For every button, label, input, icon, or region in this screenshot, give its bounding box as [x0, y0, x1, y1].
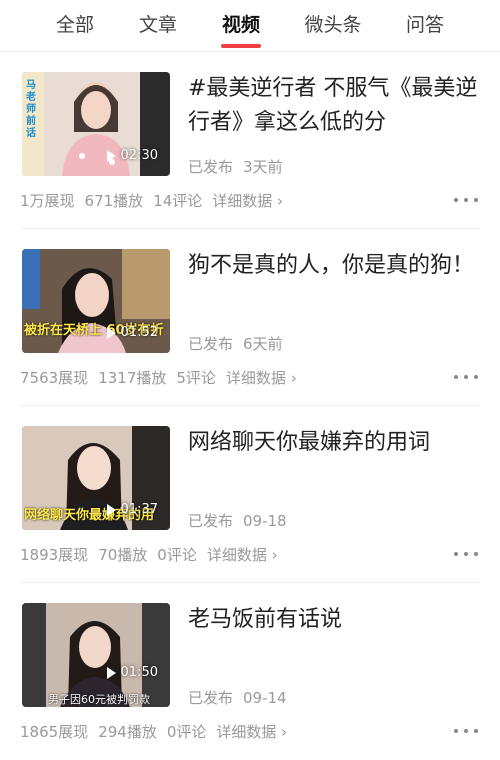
- published-time: 09-14: [243, 689, 287, 707]
- tab-videos[interactable]: 视频: [218, 10, 264, 40]
- thumbnail-caption: 男子因60元被判罚款: [48, 693, 150, 706]
- impressions-count: 1865展现: [20, 723, 89, 741]
- video-thumbnail[interactable]: 马老师前话 02:30: [22, 72, 170, 176]
- publish-info: 已发布 09-18: [188, 510, 297, 531]
- video-title[interactable]: 狗不是真的人，你是真的狗！: [188, 249, 478, 283]
- published-time: 09-18: [243, 512, 287, 530]
- play-icon: [106, 504, 116, 516]
- duration-text: 02:30: [120, 148, 158, 163]
- publish-info: 已发布 09-14: [188, 687, 297, 708]
- play-icon: [106, 327, 116, 339]
- impressions-count: 7563展现: [20, 369, 89, 387]
- play-icon: [106, 667, 116, 679]
- more-options-icon[interactable]: [454, 369, 478, 385]
- detail-data-link[interactable]: 详细数据 ›: [216, 723, 287, 741]
- video-card[interactable]: 男子因60元被判罚款 01:50 老马饭前有话说 已发布 09-14 1865展现…: [0, 583, 500, 760]
- active-tab-indicator: [221, 44, 261, 48]
- duration-label: 01:52: [106, 323, 158, 343]
- video-stats: 7563展现 1317播放 5评论 详细数据 ›: [20, 367, 297, 388]
- duration-label: 01:37: [106, 500, 158, 520]
- more-options-icon[interactable]: [454, 546, 478, 562]
- plays-count: 70播放: [98, 546, 148, 564]
- duration-text: 01:37: [120, 502, 158, 517]
- published-time: 6天前: [243, 335, 283, 353]
- video-card[interactable]: 马老师前话 02:30 #最美逆行者 不服气《最美逆行者》拿这么低的分 已发布 3…: [0, 52, 500, 229]
- duration-label: 01:50: [106, 663, 158, 683]
- tab-articles[interactable]: 文章: [135, 10, 181, 40]
- video-stats: 1万展现 671播放 14评论 详细数据 ›: [20, 190, 283, 211]
- tab-all[interactable]: 全部: [52, 10, 98, 40]
- published-label: 已发布: [188, 335, 234, 353]
- video-title[interactable]: #最美逆行者 不服气《最美逆行者》拿这么低的分: [188, 72, 478, 140]
- more-options-icon[interactable]: [454, 723, 478, 739]
- more-options-icon[interactable]: [454, 192, 478, 208]
- video-card[interactable]: 被折在天桥上 60岁有折 01:52 狗不是真的人，你是真的狗！ 已发布 6天前 …: [0, 229, 500, 406]
- published-label: 已发布: [188, 158, 234, 176]
- tab-micro-headlines[interactable]: 微头条: [300, 10, 366, 40]
- plays-count: 1317播放: [98, 369, 167, 387]
- video-stats: 1893展现 70播放 0评论 详细数据 ›: [20, 544, 278, 565]
- comments-count: 5评论: [176, 369, 216, 387]
- published-label: 已发布: [188, 689, 234, 707]
- comments-count: 14评论: [153, 192, 203, 210]
- video-thumbnail[interactable]: 被折在天桥上 60岁有折 01:52: [22, 249, 170, 353]
- video-card[interactable]: 网络聊天你最嫌弃的用 01:37 网络聊天你最嫌弃的用词 已发布 09-18 18…: [0, 406, 500, 583]
- published-time: 3天前: [243, 158, 283, 176]
- plays-count: 294播放: [98, 723, 157, 741]
- duration-text: 01:50: [120, 665, 158, 680]
- video-title[interactable]: 老马饭前有话说: [188, 603, 478, 637]
- video-thumbnail[interactable]: 男子因60元被判罚款 01:50: [22, 603, 170, 707]
- video-stats: 1865展现 294播放 0评论 详细数据 ›: [20, 721, 287, 742]
- publish-info: 已发布 6天前: [188, 333, 293, 354]
- content-tabs: 全部 文章 视频 微头条 问答: [0, 0, 500, 52]
- plays-count: 671播放: [84, 192, 144, 210]
- comments-count: 0评论: [157, 546, 197, 564]
- published-label: 已发布: [188, 512, 234, 530]
- duration-text: 01:52: [120, 325, 158, 340]
- impressions-count: 1893展现: [20, 546, 89, 564]
- detail-data-link[interactable]: 详细数据 ›: [207, 546, 278, 564]
- detail-data-link[interactable]: 详细数据 ›: [212, 192, 283, 210]
- comments-count: 0评论: [166, 723, 207, 741]
- thumbnail-caption: 马老师前话: [26, 80, 36, 139]
- video-title[interactable]: 网络聊天你最嫌弃的用词: [188, 426, 478, 460]
- publish-info: 已发布 3天前: [188, 156, 293, 177]
- duration-label: 02:30: [106, 146, 158, 166]
- impressions-count: 1万展现: [20, 192, 75, 210]
- video-thumbnail[interactable]: 网络聊天你最嫌弃的用 01:37: [22, 426, 170, 530]
- detail-data-link[interactable]: 详细数据 ›: [226, 369, 297, 387]
- tab-qa[interactable]: 问答: [402, 10, 448, 40]
- play-icon: [106, 150, 116, 162]
